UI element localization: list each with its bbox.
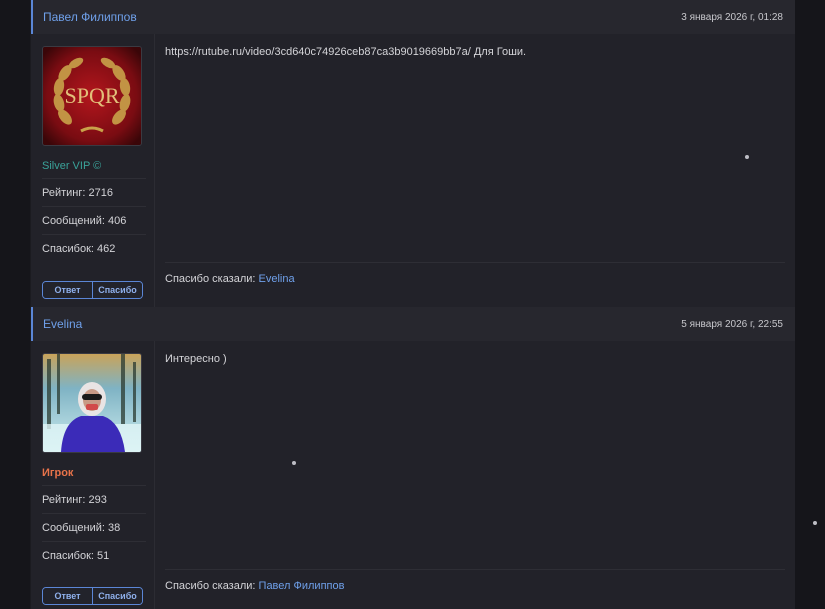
page-margin-right (795, 0, 825, 609)
post-header: Павел Филиппов 3 января 2026 г, 01:28 (31, 0, 795, 34)
post-message[interactable]: https://rutube.ru/video/3cd640c74926ceb8… (165, 46, 785, 58)
post-content: Интересно ) Спасибо сказали: Павел Филип… (155, 341, 795, 609)
post-actions: Ответ Спасибо (42, 281, 143, 299)
stray-dot (292, 461, 296, 465)
user-rank: Silver VIP © (42, 160, 146, 179)
avatar[interactable] (42, 353, 142, 453)
post: Evelina 5 января 2026 г, 22:55 Игрок Рей… (31, 307, 795, 609)
post-date: 3 января 2026 г, 01:28 (681, 11, 783, 23)
author-name-link[interactable]: Evelina (43, 317, 82, 331)
thanks-line: Спасибо сказали: Evelina (165, 262, 785, 307)
user-info-panel: SPQR Silver VIP © Рейтинг: 2716 Сообщени… (31, 34, 155, 307)
stray-dot (813, 521, 817, 525)
user-message-count: Сообщений: 406 (42, 207, 146, 235)
post-header: Evelina 5 января 2026 г, 22:55 (31, 307, 795, 341)
thank-button[interactable]: Спасибо (92, 588, 142, 604)
stray-dot (745, 155, 749, 159)
post-body: SPQR Silver VIP © Рейтинг: 2716 Сообщени… (31, 34, 795, 307)
post-message[interactable]: Интересно ) (165, 353, 785, 365)
thanks-label: Спасибо сказали: (165, 273, 256, 285)
thank-button[interactable]: Спасибо (92, 282, 142, 298)
thanks-label: Спасибо сказали: (165, 580, 256, 592)
post-actions: Ответ Спасибо (42, 587, 143, 605)
post-body: Игрок Рейтинг: 293 Сообщений: 38 Спасибо… (31, 341, 795, 609)
author-name-link[interactable]: Павел Филиппов (43, 10, 137, 24)
user-rank: Игрок (42, 467, 146, 486)
user-message-count: Сообщений: 38 (42, 514, 146, 542)
user-info-panel: Игрок Рейтинг: 293 Сообщений: 38 Спасибо… (31, 341, 155, 609)
user-thanks-count: Спасибок: 51 (42, 550, 110, 562)
spqr-text: SPQR (64, 83, 119, 108)
reply-button[interactable]: Ответ (43, 588, 92, 604)
post-date: 5 января 2026 г, 22:55 (681, 318, 783, 330)
forum-thread: Павел Филиппов 3 января 2026 г, 01:28 SP… (31, 0, 795, 609)
avatar[interactable]: SPQR (42, 46, 142, 146)
post: Павел Филиппов 3 января 2026 г, 01:28 SP… (31, 0, 795, 307)
thanks-user-link[interactable]: Evelina (259, 273, 295, 285)
spqr-laurel-avatar-image: SPQR (43, 47, 141, 145)
user-rating: Рейтинг: 293 (42, 486, 146, 514)
user-rating: Рейтинг: 2716 (42, 179, 146, 207)
reply-button[interactable]: Ответ (43, 282, 92, 298)
post-content: https://rutube.ru/video/3cd640c74926ceb8… (155, 34, 795, 307)
page-margin-left (0, 0, 30, 609)
user-photo-avatar-image (43, 354, 141, 452)
thanks-user-link[interactable]: Павел Филиппов (259, 580, 345, 592)
user-thanks-count: Спасибок: 462 (42, 243, 116, 255)
thanks-line: Спасибо сказали: Павел Филиппов (165, 569, 785, 609)
